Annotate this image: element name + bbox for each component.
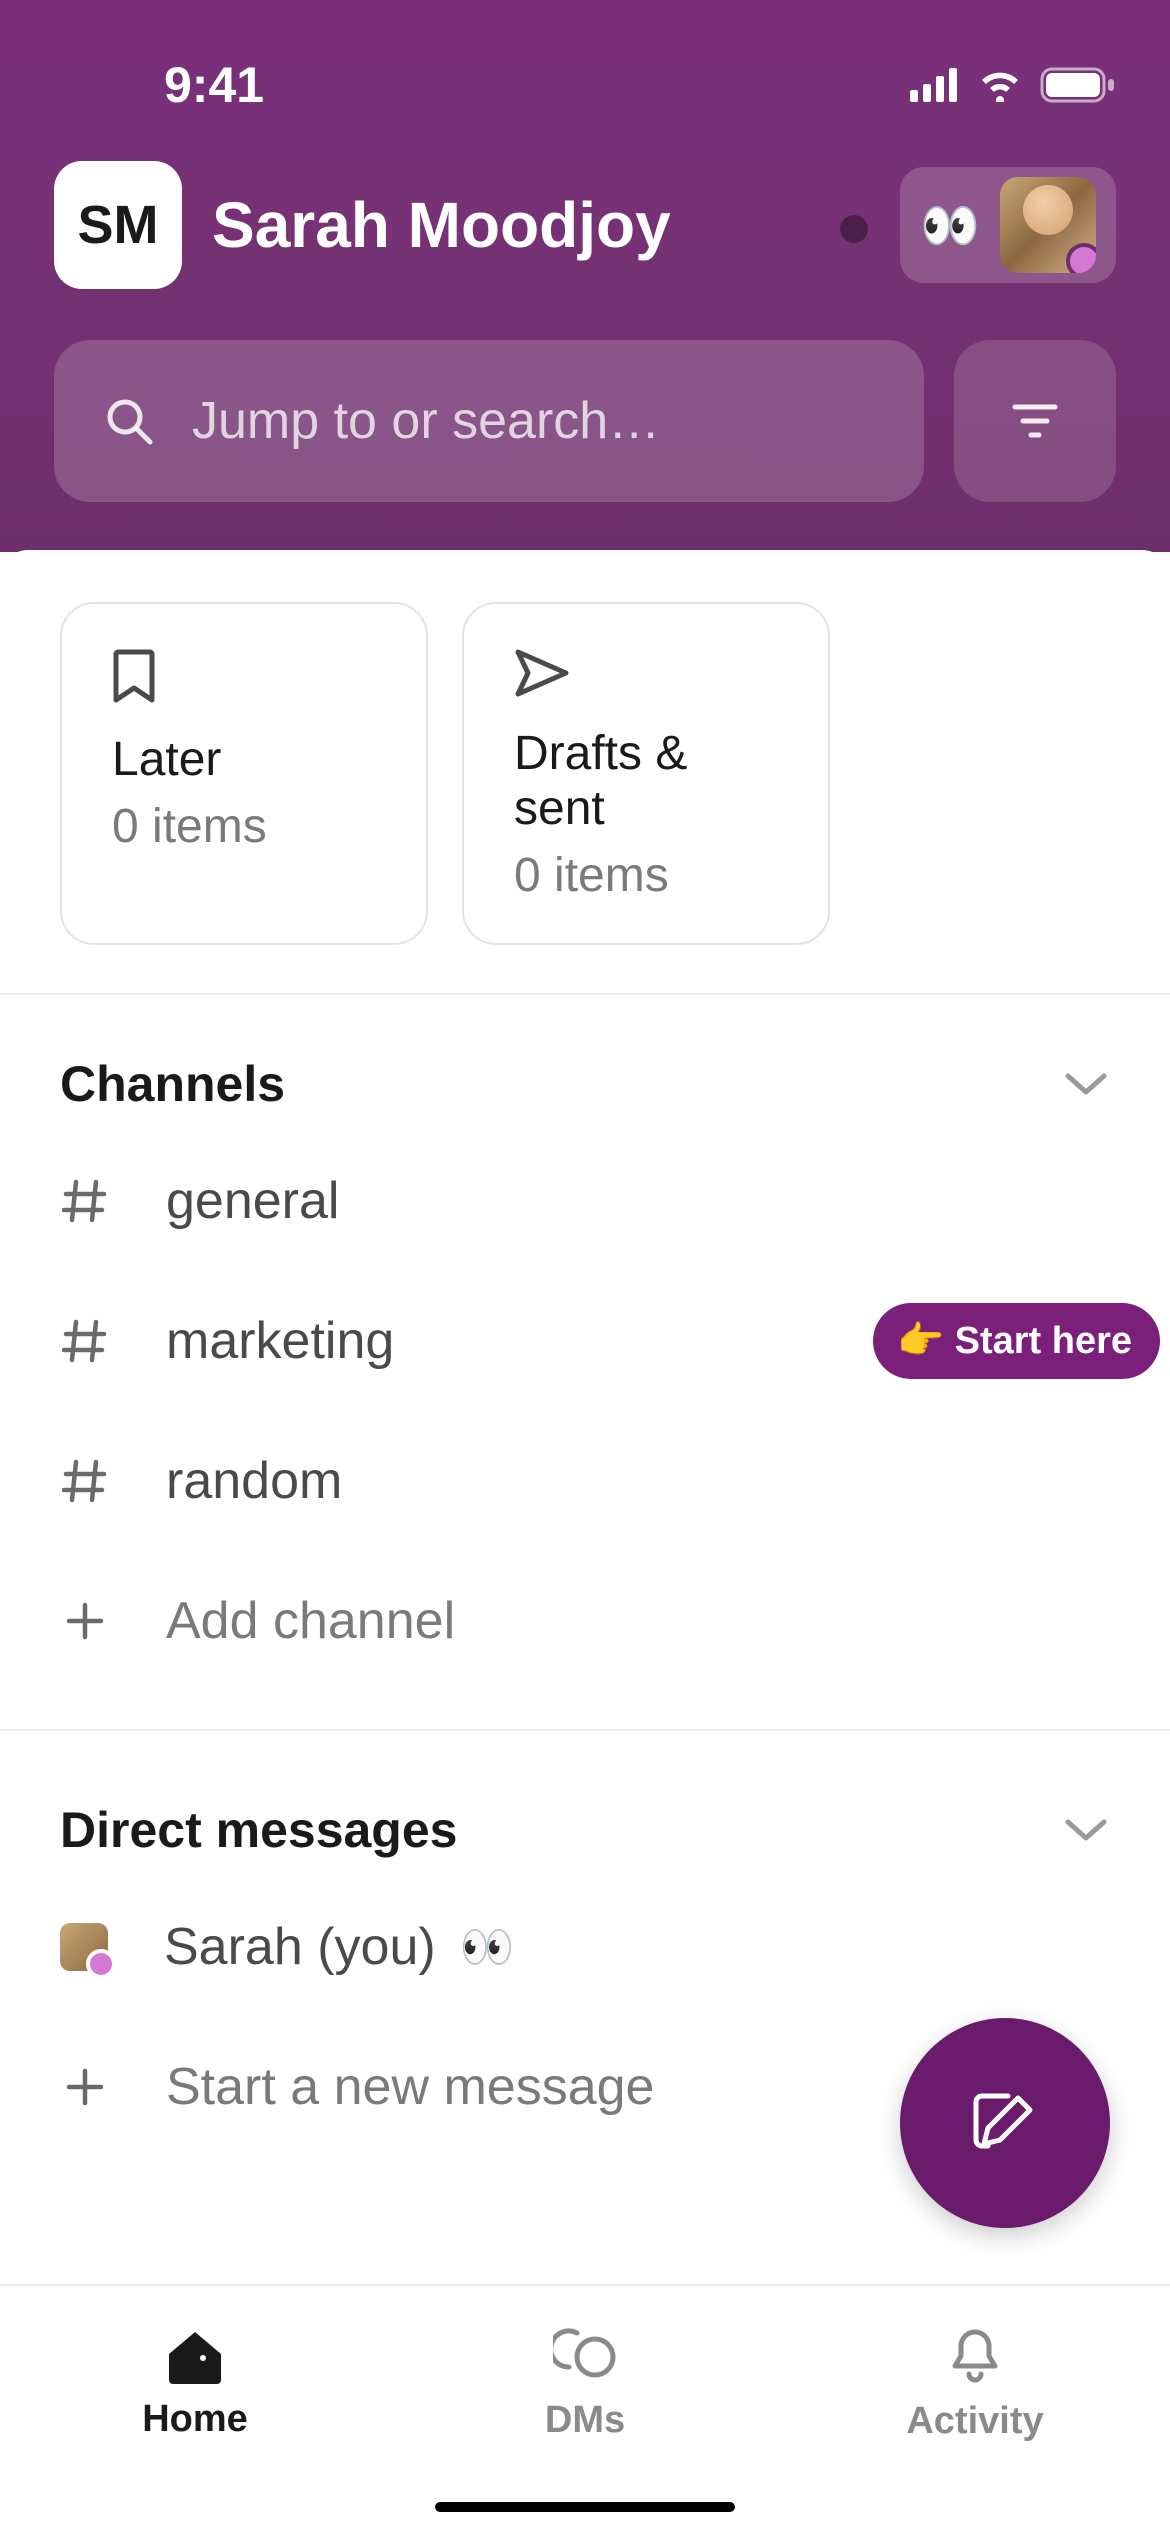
hash-icon [60, 1458, 110, 1504]
plus-icon [60, 2065, 110, 2109]
later-card[interactable]: Later 0 items [60, 602, 428, 945]
add-channel-button[interactable]: Add channel [60, 1551, 1110, 1691]
battery-icon [1040, 67, 1116, 103]
search-icon [104, 396, 154, 446]
tab-dms[interactable]: DMs [390, 2286, 780, 2482]
filter-button[interactable] [954, 340, 1116, 502]
user-status-button[interactable]: 👀 [900, 167, 1116, 283]
channels-title: Channels [60, 1055, 285, 1113]
presence-indicator [840, 215, 868, 243]
dm-item-self[interactable]: Sarah (you) 👀 [60, 1877, 1110, 2017]
avatar[interactable] [1000, 177, 1096, 273]
channel-name: random [166, 1451, 342, 1511]
hash-icon [60, 1318, 110, 1364]
drafts-count: 0 items [514, 848, 778, 903]
dms-title: Direct messages [60, 1801, 457, 1859]
tab-activity-label: Activity [906, 2400, 1043, 2443]
compose-button[interactable] [900, 2018, 1110, 2228]
search-placeholder: Jump to or search… [192, 391, 660, 451]
tab-bar: Home DMs Activity [0, 2284, 1170, 2532]
add-channel-label: Add channel [166, 1591, 455, 1651]
dm-status-emoji-icon: 👀 [460, 1921, 515, 1973]
compose-icon [970, 2088, 1040, 2158]
status-time: 9:41 [54, 56, 264, 114]
wifi-icon [976, 68, 1024, 102]
pointing-hand-icon: 👉 [897, 1319, 944, 1363]
tab-home-label: Home [142, 2398, 248, 2441]
channel-name: marketing [166, 1311, 394, 1371]
drafts-label: Drafts & sent [514, 726, 778, 836]
send-icon [514, 648, 778, 698]
tab-dms-label: DMs [545, 2399, 625, 2442]
filter-icon [1011, 401, 1059, 441]
dms-section-header[interactable]: Direct messages [60, 1783, 1110, 1877]
start-new-message-label: Start a new message [166, 2057, 654, 2117]
plus-icon [60, 1599, 110, 1643]
bell-icon [947, 2326, 1003, 2386]
cellular-signal-icon [910, 68, 960, 102]
workspace-switcher[interactable]: SM [54, 161, 182, 289]
home-icon [165, 2328, 225, 2384]
start-here-badge[interactable]: 👉 Start here [873, 1303, 1160, 1379]
tab-activity[interactable]: Activity [780, 2286, 1170, 2482]
later-count: 0 items [112, 799, 376, 854]
dms-icon [553, 2327, 617, 2385]
channel-item-general[interactable]: general [60, 1131, 1110, 1271]
chevron-down-icon [1062, 1816, 1110, 1844]
channels-section-header[interactable]: Channels [60, 1037, 1110, 1131]
home-indicator[interactable] [435, 2502, 735, 2512]
drafts-sent-card[interactable]: Drafts & sent 0 items [462, 602, 830, 945]
status-emoji-icon: 👀 [920, 197, 980, 254]
status-bar: 9:41 [54, 0, 1116, 140]
bookmark-icon [112, 648, 376, 704]
channel-item-marketing[interactable]: marketing 👉 Start here [60, 1271, 1110, 1411]
dm-name: Sarah (you) [164, 1917, 436, 1977]
start-here-label: Start here [955, 1320, 1132, 1363]
workspace-name[interactable]: Sarah Moodjoy [212, 188, 870, 262]
chevron-down-icon [1062, 1070, 1110, 1098]
channel-item-random[interactable]: random [60, 1411, 1110, 1551]
channel-name: general [166, 1171, 339, 1231]
dm-avatar [60, 1923, 108, 1971]
search-input[interactable]: Jump to or search… [54, 340, 924, 502]
tab-home[interactable]: Home [0, 2286, 390, 2482]
hash-icon [60, 1178, 110, 1224]
later-label: Later [112, 732, 376, 787]
